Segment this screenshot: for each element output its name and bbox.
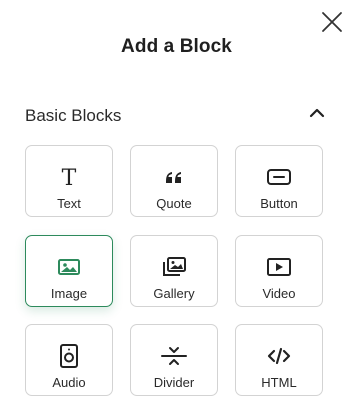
gallery-icon	[131, 256, 217, 278]
close-icon	[322, 12, 342, 32]
block-divider[interactable]: Divider	[130, 324, 218, 396]
block-label: HTML	[261, 375, 297, 390]
block-label: Image	[50, 286, 88, 301]
block-html[interactable]: HTML	[235, 324, 323, 396]
block-label: Button	[260, 196, 298, 211]
block-label: Audio	[52, 375, 86, 390]
video-icon	[236, 256, 322, 278]
block-label: Video	[262, 286, 296, 301]
dialog-title: Add a Block	[121, 36, 232, 57]
quote-icon	[131, 166, 217, 188]
section-title: Basic Blocks	[25, 106, 122, 125]
block-video[interactable]: Video	[235, 235, 323, 307]
divider-icon	[131, 345, 217, 367]
block-image[interactable]: Image	[25, 235, 113, 307]
block-text[interactable]: T Text	[25, 145, 113, 217]
block-button[interactable]: Button	[235, 145, 323, 217]
chevron-up-icon[interactable]	[309, 106, 325, 120]
button-icon	[236, 166, 322, 188]
section-header-basic-blocks[interactable]: Basic Blocks	[25, 104, 328, 128]
block-label: Quote	[156, 196, 192, 211]
html-icon	[236, 345, 322, 367]
block-label: Divider	[153, 375, 195, 390]
close-button[interactable]	[321, 11, 343, 33]
text-icon: T	[26, 166, 112, 188]
svg-text:T: T	[62, 166, 77, 188]
block-quote[interactable]: Quote	[130, 145, 218, 217]
block-label: Text	[57, 196, 81, 211]
block-audio[interactable]: Audio	[25, 324, 113, 396]
block-gallery[interactable]: Gallery	[130, 235, 218, 307]
block-label: Gallery	[153, 286, 195, 301]
audio-icon	[26, 344, 112, 368]
image-icon	[26, 256, 112, 278]
